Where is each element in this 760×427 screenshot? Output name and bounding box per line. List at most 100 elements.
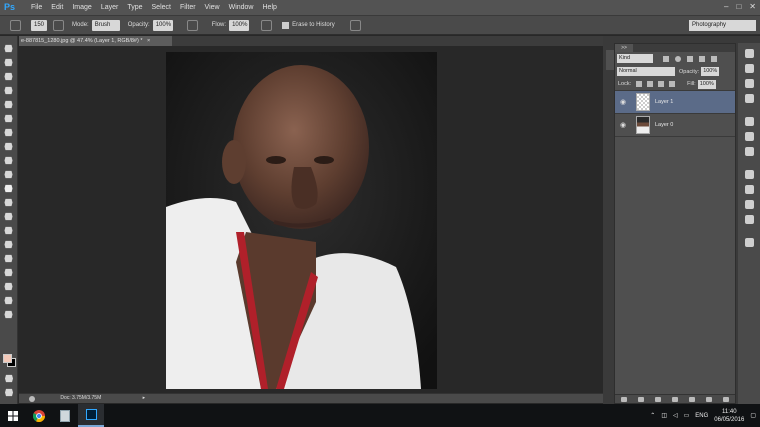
healing-brush-tool-icon[interactable] (4, 128, 13, 137)
status-menu-arrow-icon[interactable]: ▸ (143, 394, 146, 403)
filter-kind-select[interactable]: Kind (617, 54, 653, 63)
zoom-tool-icon[interactable] (4, 310, 13, 319)
menu-view[interactable]: View (205, 4, 220, 11)
character-panel-icon[interactable] (744, 215, 754, 224)
visibility-eye-icon[interactable]: ◉ (618, 121, 628, 129)
volume-icon[interactable]: ◁ (673, 412, 678, 419)
move-tool-icon[interactable] (4, 44, 13, 53)
minimize-button[interactable]: – (724, 2, 728, 11)
document-tab[interactable]: e-887815_1280.jpg @ 47.4% (Layer 1, RGB/… (19, 36, 172, 46)
layer-style-icon[interactable] (637, 396, 644, 402)
navigator-panel-icon[interactable] (744, 64, 754, 73)
layer-row-layer-0[interactable]: ◉ Layer 0 (615, 114, 735, 137)
opacity-input[interactable]: 100% (152, 19, 173, 31)
layer-row-layer-1[interactable]: ◉ Layer 1 (615, 91, 735, 114)
language-indicator[interactable]: ENG (695, 413, 708, 419)
panel-collapse-tab[interactable]: >> (615, 44, 633, 52)
erase-to-history-checkbox[interactable] (282, 21, 290, 29)
shape-tool-icon[interactable] (4, 282, 13, 291)
pen-tool-icon[interactable] (4, 240, 13, 249)
lock-pixels-icon[interactable] (647, 81, 654, 87)
quick-mask-icon[interactable] (5, 374, 13, 383)
foreground-color-swatch[interactable] (3, 354, 12, 363)
explorer-taskbar-button[interactable] (52, 404, 78, 427)
brush-presets-panel-icon[interactable] (744, 170, 754, 179)
show-hidden-icons-icon[interactable]: ⌃ (650, 412, 655, 419)
close-tab-icon[interactable]: × (147, 38, 150, 44)
menu-window[interactable]: Window (229, 4, 254, 11)
brush-size-picker[interactable]: 150 (31, 19, 48, 31)
color-panel-icon[interactable] (744, 132, 754, 141)
clock[interactable]: 11:40 06/05/2016 (714, 408, 744, 424)
filter-smart-object-icon[interactable] (711, 55, 717, 62)
airbrush-icon[interactable] (261, 19, 273, 31)
eraser-tool-icon[interactable] (4, 184, 13, 193)
delete-layer-icon[interactable] (723, 396, 730, 402)
workspace-select[interactable]: Photography (689, 20, 756, 31)
quick-select-tool-icon[interactable] (4, 86, 13, 95)
hand-tool-icon[interactable] (4, 296, 13, 305)
histogram-panel-icon[interactable] (744, 49, 754, 58)
filter-shape-icon[interactable] (699, 55, 705, 62)
add-mask-icon[interactable] (654, 396, 661, 402)
menu-layer[interactable]: Layer (101, 4, 119, 11)
gradient-tool-icon[interactable] (4, 198, 13, 207)
type-tool-icon[interactable] (4, 254, 13, 263)
battery-icon[interactable]: ▭ (684, 412, 690, 419)
document-canvas[interactable] (166, 52, 437, 389)
menu-image[interactable]: Image (72, 4, 91, 11)
clone-stamp-tool-icon[interactable] (4, 156, 13, 165)
filter-adjustment-icon[interactable] (675, 55, 681, 62)
adjustment-layer-icon[interactable] (671, 396, 678, 402)
menu-file[interactable]: File (31, 4, 42, 11)
new-layer-icon[interactable] (706, 396, 713, 402)
notifications-icon[interactable]: ▢ (750, 412, 756, 419)
lock-position-icon[interactable] (658, 81, 665, 87)
link-layers-icon[interactable] (620, 396, 627, 402)
flow-input[interactable]: 100% (229, 19, 250, 31)
visibility-eye-icon[interactable]: ◉ (618, 98, 628, 106)
close-button[interactable]: ✕ (749, 2, 756, 11)
new-group-icon[interactable] (689, 396, 696, 402)
info-icon[interactable] (29, 396, 35, 402)
adjustments-panel-icon[interactable] (744, 79, 754, 88)
chrome-taskbar-button[interactable] (26, 404, 52, 427)
start-button[interactable] (0, 404, 26, 427)
crop-tool-icon[interactable] (4, 100, 13, 109)
path-select-tool-icon[interactable] (4, 268, 13, 277)
lock-transparency-icon[interactable] (636, 81, 643, 87)
mode-select[interactable]: Brush (91, 19, 120, 31)
lock-all-icon[interactable] (669, 81, 676, 87)
brush-tool-icon[interactable] (4, 142, 13, 151)
maximize-button[interactable]: □ (736, 2, 741, 11)
fill-input[interactable]: 100% (697, 79, 716, 89)
marquee-tool-icon[interactable] (4, 58, 13, 67)
eraser-tool-preset-icon[interactable] (10, 19, 21, 31)
brush-panel-icon[interactable] (53, 19, 65, 31)
pressure-size-icon[interactable] (349, 19, 361, 31)
dodge-tool-icon[interactable] (4, 226, 13, 235)
photoshop-taskbar-button[interactable] (78, 404, 104, 427)
swatches-panel-icon[interactable] (744, 147, 754, 156)
menu-select[interactable]: Select (152, 4, 171, 11)
tool-presets-panel-icon[interactable] (744, 238, 754, 247)
filter-type-icon[interactable] (687, 55, 693, 62)
paragraph-panel-icon[interactable] (744, 200, 754, 209)
blend-mode-select[interactable]: Normal (617, 67, 675, 76)
info-panel-icon[interactable] (744, 117, 754, 126)
layer-opacity-input[interactable]: 100% (701, 67, 720, 76)
menu-filter[interactable]: Filter (180, 4, 196, 11)
styles-panel-icon[interactable] (744, 94, 754, 103)
actions-panel-icon[interactable] (744, 185, 754, 194)
menu-edit[interactable]: Edit (51, 4, 63, 11)
pressure-opacity-icon[interactable] (186, 19, 198, 31)
lasso-tool-icon[interactable] (4, 72, 13, 81)
history-brush-tool-icon[interactable] (4, 170, 13, 179)
menu-help[interactable]: Help (263, 4, 277, 11)
screen-mode-icon[interactable] (5, 388, 13, 397)
blur-tool-icon[interactable] (4, 212, 13, 221)
network-icon[interactable]: ◫ (661, 412, 667, 419)
eyedropper-tool-icon[interactable] (4, 114, 13, 123)
filter-pixel-icon[interactable] (663, 55, 669, 62)
menu-type[interactable]: Type (127, 4, 142, 11)
